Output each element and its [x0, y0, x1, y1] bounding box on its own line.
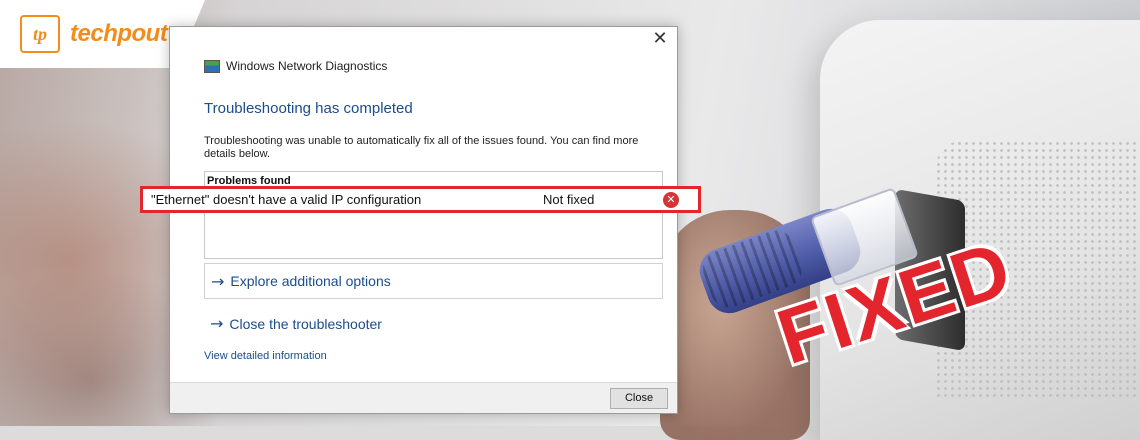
problem-text: "Ethernet" doesn't have a valid IP confi… — [151, 192, 422, 207]
window-title-row: Windows Network Diagnostics — [204, 59, 387, 73]
dialog-description: Troubleshooting was unable to automatica… — [204, 135, 639, 160]
arrow-right-icon: → — [210, 314, 224, 333]
network-diagnostics-dialog: ✕ Windows Network Diagnostics Troublesho… — [169, 26, 678, 414]
close-troubleshooter-label: Close the troubleshooter — [229, 315, 382, 332]
explore-options-link[interactable]: → Explore additional options — [204, 263, 663, 299]
problems-found-panel: Problems found — [204, 171, 663, 259]
arrow-right-icon: → — [211, 271, 225, 291]
dialog-footer: Close — [170, 382, 677, 413]
window-title: Windows Network Diagnostics — [226, 59, 388, 73]
problem-row-highlighted[interactable]: "Ethernet" doesn't have a valid IP confi… — [140, 186, 701, 213]
error-icon: ✕ — [663, 191, 679, 208]
network-diagnostics-icon — [204, 59, 220, 73]
view-detailed-info-link[interactable]: View detailed information — [204, 350, 327, 362]
logo-mark-icon: tp — [20, 15, 60, 53]
dialog-heading: Troubleshooting has completed — [204, 100, 413, 117]
explore-options-label: Explore additional options — [230, 273, 391, 289]
close-button[interactable]: Close — [610, 388, 668, 409]
close-troubleshooter-link[interactable]: → Close the troubleshooter — [204, 314, 382, 333]
logo-text: techpout — [70, 20, 168, 47]
problem-status: Not fixed — [543, 192, 595, 207]
close-icon[interactable]: ✕ — [649, 29, 671, 49]
